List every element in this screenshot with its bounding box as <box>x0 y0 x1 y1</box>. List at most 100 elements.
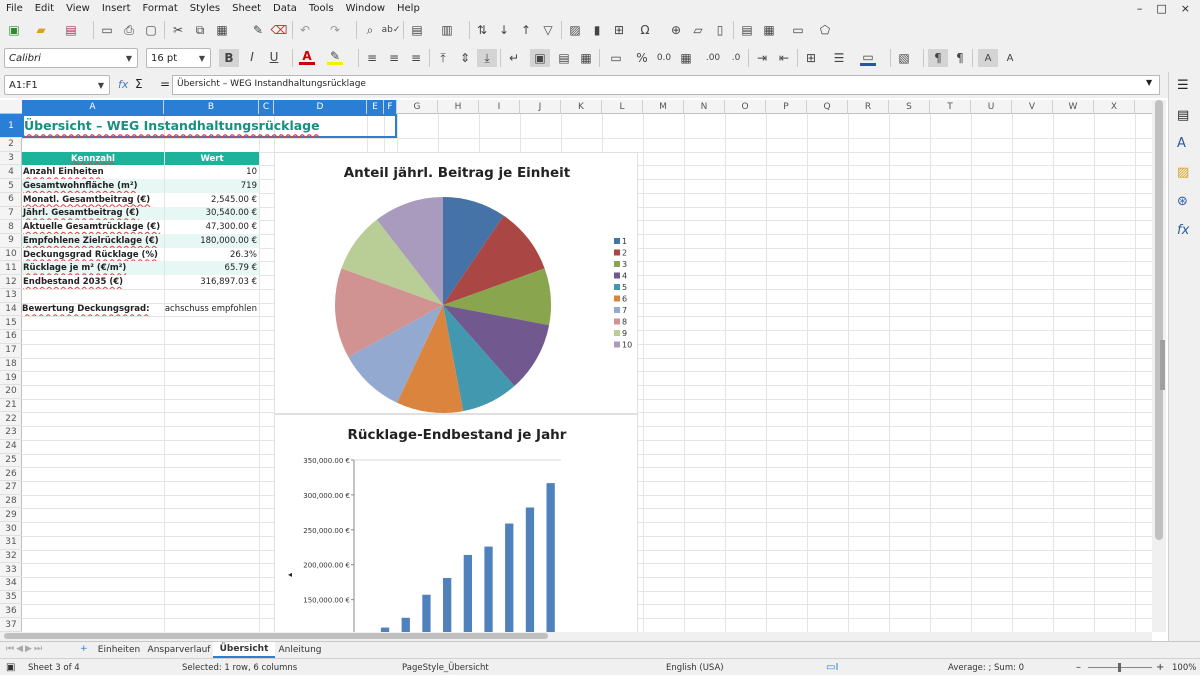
undo-icon[interactable]: ↶ <box>297 22 313 38</box>
add-decimal-icon[interactable]: .00 <box>703 50 723 66</box>
print-icon[interactable]: ⎙ <box>121 22 137 38</box>
table-label-1[interactable]: Gesamtwohnfläche (m²) <box>22 179 164 193</box>
percent-format-icon[interactable]: % <box>634 50 650 66</box>
merge-cells-icon[interactable]: ▤ <box>556 50 572 66</box>
eval-label[interactable]: Bewertung Deckungsgrad: <box>22 303 164 317</box>
ltr-direction-icon[interactable]: ¶ <box>928 49 948 67</box>
text-vertical-icon[interactable]: A <box>1002 50 1018 66</box>
table-header-wert[interactable]: Wert <box>165 152 259 166</box>
open-folder-icon[interactable]: ▰ <box>33 22 49 38</box>
row-header-25[interactable]: 25 <box>0 454 22 468</box>
table-header-kennzahl[interactable]: Kennzahl <box>22 152 164 166</box>
status-page-style[interactable]: PageStyle_Übersicht <box>402 659 489 676</box>
rtl-direction-icon[interactable]: ¶ <box>952 50 968 66</box>
hyperlink-icon[interactable]: ⊕ <box>668 22 684 38</box>
column-header-q[interactable]: Q <box>807 100 848 114</box>
align-right-icon[interactable]: ≡ <box>408 50 424 66</box>
sort-ascending-icon[interactable]: ↓ <box>496 22 512 38</box>
column-header-u[interactable]: U <box>971 100 1012 114</box>
row-header-15[interactable]: 15 <box>0 316 22 330</box>
sum-icon[interactable]: Σ <box>135 77 143 91</box>
row-header-14[interactable]: 14 <box>0 303 22 317</box>
name-box[interactable]: A1:F1 ▼ <box>4 75 110 95</box>
row-header-34[interactable]: 34 <box>0 577 22 591</box>
column-header-x[interactable]: X <box>1094 100 1135 114</box>
autofilter-icon[interactable]: ▽ <box>540 22 556 38</box>
currency-format-icon[interactable]: ▭ <box>605 50 627 66</box>
column-header-c[interactable]: C <box>259 100 274 114</box>
chevron-down-icon[interactable]: ▼ <box>1146 78 1152 87</box>
column-header-t[interactable]: T <box>930 100 971 114</box>
row-header-20[interactable]: 20 <box>0 385 22 399</box>
column-header-b[interactable]: B <box>164 100 259 114</box>
formula-input[interactable]: Übersicht – WEG Instandhaltungsrücklage <box>172 75 1160 95</box>
row-header-32[interactable]: 32 <box>0 550 22 564</box>
underline-button[interactable]: U <box>266 49 282 65</box>
column-header-m[interactable]: M <box>643 100 684 114</box>
status-language[interactable]: English (USA) <box>666 659 724 676</box>
wrap-text-icon[interactable]: ↵ <box>506 50 522 66</box>
special-character-icon[interactable]: Ω <box>637 22 653 38</box>
table-label-3[interactable]: Jährl. Gesamtbeitrag (€) <box>22 207 164 221</box>
column-header-n[interactable]: N <box>684 100 725 114</box>
cut-icon[interactable]: ✂ <box>170 22 186 38</box>
sheet-tab-0[interactable]: Einheiten <box>93 642 145 658</box>
borders-icon[interactable]: ⊞ <box>803 50 819 66</box>
highlight-color-icon[interactable]: ✎ <box>327 49 343 65</box>
column-header-l[interactable]: L <box>602 100 643 114</box>
sheet-title[interactable]: Übersicht – WEG Instandhaltungsrücklage <box>24 118 320 133</box>
row-header-37[interactable]: 37 <box>0 618 22 632</box>
sidebar-menu-icon[interactable]: ☰ <box>1177 78 1189 93</box>
table-label-4[interactable]: Aktuelle Gesamtrücklage (€) <box>22 220 164 234</box>
copy-icon[interactable]: ⧉ <box>192 22 208 38</box>
align-bottom-icon[interactable]: ⤓ <box>477 49 497 67</box>
pivot-table-icon[interactable]: ⊞ <box>611 22 627 38</box>
comment-icon[interactable]: ▱ <box>690 22 706 38</box>
spreadsheet-grid[interactable]: ABCDEFGHIJKLMNOPQRSTUVWX 123456789101112… <box>0 100 1152 632</box>
table-label-2[interactable]: Monatl. Gesamtbeitrag (€) <box>22 193 164 207</box>
decrease-indent-icon[interactable]: ⇤ <box>776 50 792 66</box>
row-header-7[interactable]: 7 <box>0 207 22 221</box>
number-format-icon[interactable]: 0.0 <box>656 50 672 66</box>
row-header-21[interactable]: 21 <box>0 399 22 413</box>
pie-chart[interactable]: Anteil jährl. Beitrag je Einheit 1234567… <box>274 152 638 414</box>
zoom-out-icon[interactable]: – <box>1076 659 1081 676</box>
insert-chart-icon[interactable]: ▮ <box>589 22 605 38</box>
save-icon[interactable]: ▤ <box>63 22 79 38</box>
new-document-icon[interactable]: ▣ <box>6 22 22 38</box>
column-header-s[interactable]: S <box>889 100 930 114</box>
align-middle-icon[interactable]: ⇕ <box>457 50 473 66</box>
row-header-1[interactable]: 1 <box>0 114 22 138</box>
increase-indent-icon[interactable]: ⇥ <box>754 50 770 66</box>
unmerge-cells-icon[interactable]: ▦ <box>578 50 594 66</box>
border-color-icon[interactable]: ▭ <box>860 50 876 66</box>
insert-image-icon[interactable]: ▨ <box>567 22 583 38</box>
align-left-icon[interactable]: ≡ <box>364 50 380 66</box>
menu-sheet[interactable]: Sheet <box>226 3 267 14</box>
delete-decimal-icon[interactable]: .0 <box>726 50 746 66</box>
chevron-down-icon[interactable]: ▼ <box>93 76 109 94</box>
table-label-7[interactable]: Rücklage je m² (€/m²) <box>22 261 164 275</box>
row-header-31[interactable]: 31 <box>0 536 22 550</box>
row-header-28[interactable]: 28 <box>0 495 22 509</box>
row-header-8[interactable]: 8 <box>0 220 22 234</box>
column-header-k[interactable]: K <box>561 100 602 114</box>
font-name-box[interactable]: Calibri ▼ <box>4 48 138 68</box>
table-value-1[interactable]: 719 <box>165 179 259 193</box>
menu-help[interactable]: Help <box>391 3 426 14</box>
table-label-5[interactable]: Empfohlene Zielrücklage (€) <box>22 234 164 248</box>
table-value-6[interactable]: 26.3% <box>165 248 259 262</box>
column-header-j[interactable]: J <box>520 100 561 114</box>
formula-equals-icon[interactable]: = <box>160 77 170 91</box>
table-label-8[interactable]: Endbestand 2035 (€) <box>22 275 164 289</box>
menu-file[interactable]: File <box>0 3 29 14</box>
find-replace-icon[interactable]: ⌕ <box>362 22 378 38</box>
clone-formatting-icon[interactable]: ✎ <box>250 22 266 38</box>
column-header-o[interactable]: O <box>725 100 766 114</box>
sort-icon[interactable]: ⇅ <box>474 22 490 38</box>
chevron-down-icon[interactable]: ▼ <box>194 49 210 67</box>
clear-formatting-icon[interactable]: ⌫ <box>271 22 287 38</box>
column-header-i[interactable]: I <box>479 100 520 114</box>
menu-format[interactable]: Format <box>137 3 184 14</box>
row-header-27[interactable]: 27 <box>0 481 22 495</box>
